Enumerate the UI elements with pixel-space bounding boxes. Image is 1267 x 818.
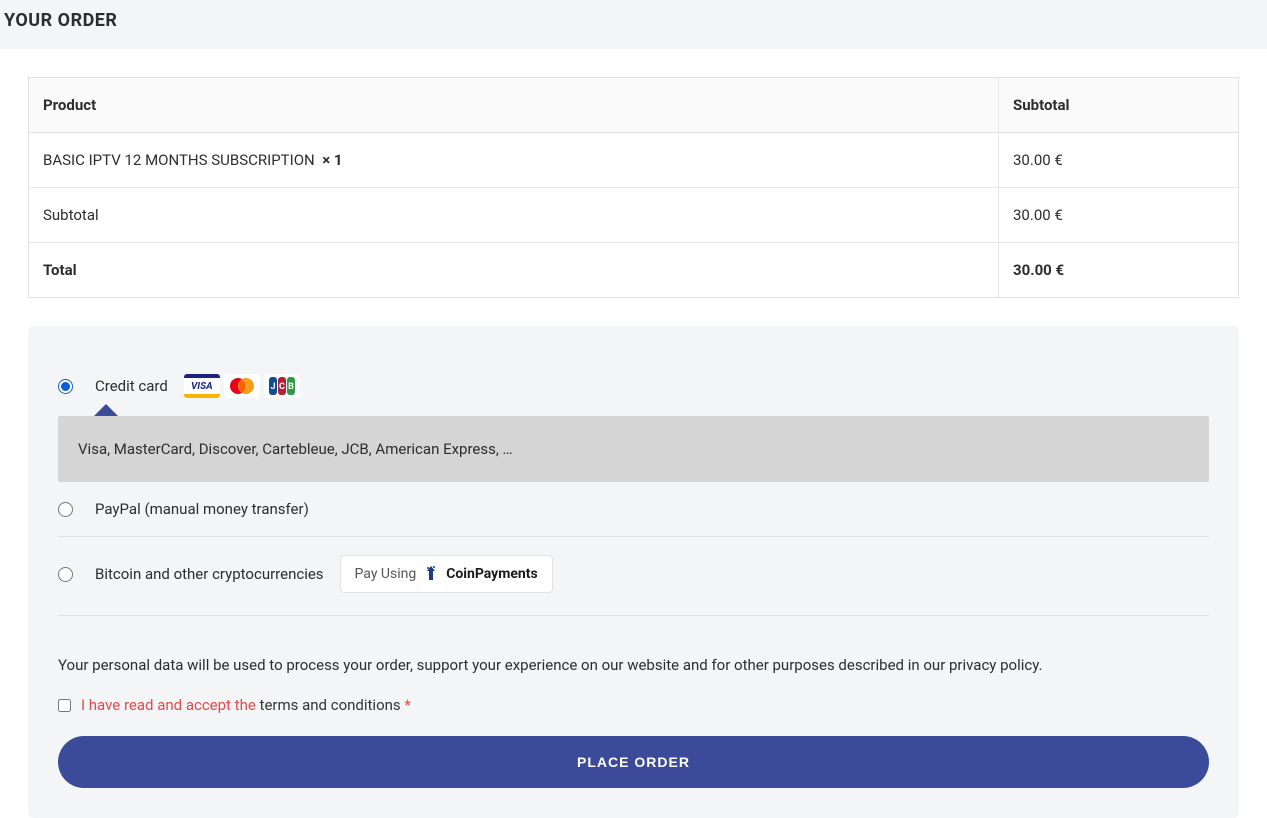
radio-crypto[interactable]: [58, 567, 73, 582]
paypal-label: PayPal (manual money transfer): [95, 500, 309, 518]
col-subtotal: Subtotal: [999, 78, 1239, 133]
subtotal-label: Subtotal: [29, 188, 999, 243]
total-value: 30.00 €: [999, 243, 1239, 298]
col-product: Product: [29, 78, 999, 133]
tooltip-arrow-icon: [94, 404, 118, 416]
credit-card-label: Credit card: [95, 377, 168, 395]
payment-methods-panel: Credit card VISA: [28, 326, 1239, 818]
subtotal-row: Subtotal 30.00 €: [29, 188, 1239, 243]
svg-text:B: B: [288, 382, 294, 392]
terms-row: I have read and accept the terms and con…: [58, 696, 1209, 714]
payment-method-paypal[interactable]: PayPal (manual money transfer): [58, 482, 1209, 536]
terms-prefix: I have read and accept the: [81, 696, 260, 714]
payment-method-credit-card[interactable]: Credit card VISA: [58, 356, 1209, 416]
radio-paypal[interactable]: [58, 502, 73, 517]
coinpayments-brand: CoinPayments: [446, 566, 537, 582]
card-brand-icons: VISA J C: [184, 374, 300, 398]
svg-text:J: J: [270, 382, 275, 392]
total-row: Total 30.00 €: [29, 243, 1239, 298]
product-price: 30.00 €: [999, 133, 1239, 188]
product-qty: × 1: [322, 151, 342, 169]
product-name: BASIC IPTV 12 MONTHS SUBSCRIPTION: [43, 151, 315, 169]
svg-text:C: C: [279, 382, 285, 392]
crypto-label: Bitcoin and other cryptocurrencies: [95, 565, 324, 583]
radio-credit-card[interactable]: [58, 379, 73, 394]
terms-label[interactable]: I have read and accept the terms and con…: [81, 696, 411, 714]
coinpayments-icon: [422, 565, 440, 583]
section-title: YOUR ORDER: [0, 10, 1267, 31]
coinpayments-badge: Pay Using CoinPayments: [340, 555, 553, 593]
credit-card-description-box: Visa, MasterCard, Discover, Cartebleue, …: [58, 416, 1209, 482]
terms-checkbox[interactable]: [58, 699, 71, 712]
visa-icon: VISA: [184, 374, 220, 398]
total-label: Total: [29, 243, 999, 298]
place-order-button[interactable]: PLACE ORDER: [58, 736, 1209, 788]
coinpayments-prefix: Pay Using: [355, 566, 417, 582]
order-summary-table: Product Subtotal BASIC IPTV 12 MONTHS SU…: [28, 77, 1239, 298]
table-row: BASIC IPTV 12 MONTHS SUBSCRIPTION × 1 30…: [29, 133, 1239, 188]
subtotal-value: 30.00 €: [999, 188, 1239, 243]
privacy-policy-text: Your personal data will be used to proce…: [58, 656, 1209, 674]
terms-link[interactable]: terms and conditions: [260, 696, 401, 714]
credit-card-description: Visa, MasterCard, Discover, Cartebleue, …: [58, 416, 1209, 482]
payment-method-crypto[interactable]: Bitcoin and other cryptocurrencies Pay U…: [58, 536, 1209, 611]
mastercard-icon: [224, 374, 260, 398]
terms-required: *: [404, 696, 410, 714]
jcb-icon: J C B: [264, 374, 300, 398]
